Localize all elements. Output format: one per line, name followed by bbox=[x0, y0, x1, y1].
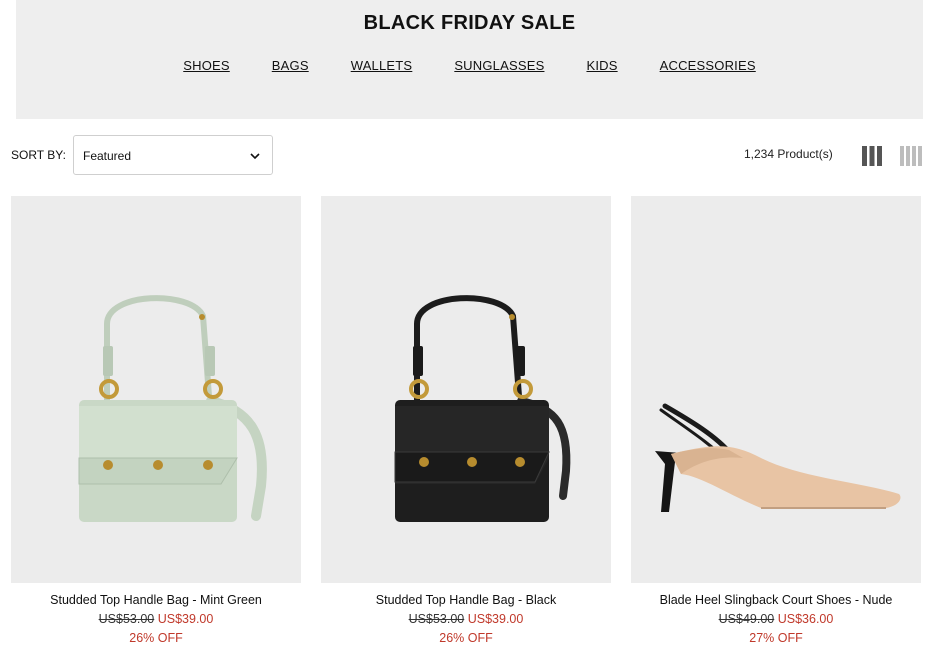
product-price: US$53.00 US$39.00 bbox=[11, 612, 301, 626]
nav-wallets[interactable]: WALLETS bbox=[351, 58, 413, 73]
product-image[interactable] bbox=[631, 196, 921, 583]
sale-banner: BLACK FRIDAY SALE SHOES BAGS WALLETS SUN… bbox=[16, 0, 923, 119]
handbag-icon bbox=[394, 295, 571, 522]
slingback-shoe-icon bbox=[655, 403, 901, 512]
category-nav: SHOES BAGS WALLETS SUNGLASSES KIDS ACCES… bbox=[16, 58, 923, 73]
nav-accessories[interactable]: ACCESSORIES bbox=[660, 58, 756, 73]
product-image[interactable] bbox=[321, 196, 611, 583]
discount-label: 26% OFF bbox=[439, 631, 493, 645]
original-price: US$49.00 bbox=[718, 612, 775, 626]
product-card[interactable]: Studded Top Handle Bag - Black US$53.00 … bbox=[321, 196, 611, 645]
product-price: US$53.00 US$39.00 bbox=[321, 612, 611, 626]
product-image[interactable] bbox=[11, 196, 301, 583]
product-count: 1,234 Product(s) bbox=[744, 147, 833, 161]
nav-shoes[interactable]: SHOES bbox=[183, 58, 230, 73]
sort-dropdown[interactable]: Featured bbox=[73, 135, 273, 175]
sale-price: US$39.00 bbox=[467, 612, 524, 626]
handbag-icon bbox=[78, 295, 267, 522]
original-price: US$53.00 bbox=[408, 612, 465, 626]
sort-label: SORT BY: bbox=[11, 148, 66, 162]
banner-title: BLACK FRIDAY SALE bbox=[363, 12, 576, 34]
grid-3-columns-icon[interactable] bbox=[861, 146, 883, 166]
discount-label: 26% OFF bbox=[129, 631, 183, 645]
sale-price: US$39.00 bbox=[157, 612, 214, 626]
listing-toolbar: SORT BY: Featured 1,234 Product(s) bbox=[0, 135, 937, 175]
original-price: US$53.00 bbox=[98, 612, 155, 626]
nav-kids[interactable]: KIDS bbox=[586, 58, 617, 73]
nav-bags[interactable]: BAGS bbox=[272, 58, 309, 73]
sale-price: US$36.00 bbox=[777, 612, 834, 626]
product-price: US$49.00 US$36.00 bbox=[631, 612, 921, 626]
nav-sunglasses[interactable]: SUNGLASSES bbox=[454, 58, 544, 73]
product-name[interactable]: Studded Top Handle Bag - Mint Green bbox=[11, 593, 301, 607]
discount-label: 27% OFF bbox=[749, 631, 803, 645]
product-card[interactable]: Blade Heel Slingback Court Shoes - Nude … bbox=[631, 196, 921, 645]
grid-4-columns-icon[interactable] bbox=[900, 146, 922, 166]
product-name[interactable]: Studded Top Handle Bag - Black bbox=[321, 593, 611, 607]
product-card[interactable]: Studded Top Handle Bag - Mint Green US$5… bbox=[11, 196, 301, 645]
chevron-down-icon bbox=[250, 153, 260, 160]
sort-value: Featured bbox=[83, 149, 132, 163]
product-name[interactable]: Blade Heel Slingback Court Shoes - Nude bbox=[631, 593, 921, 607]
